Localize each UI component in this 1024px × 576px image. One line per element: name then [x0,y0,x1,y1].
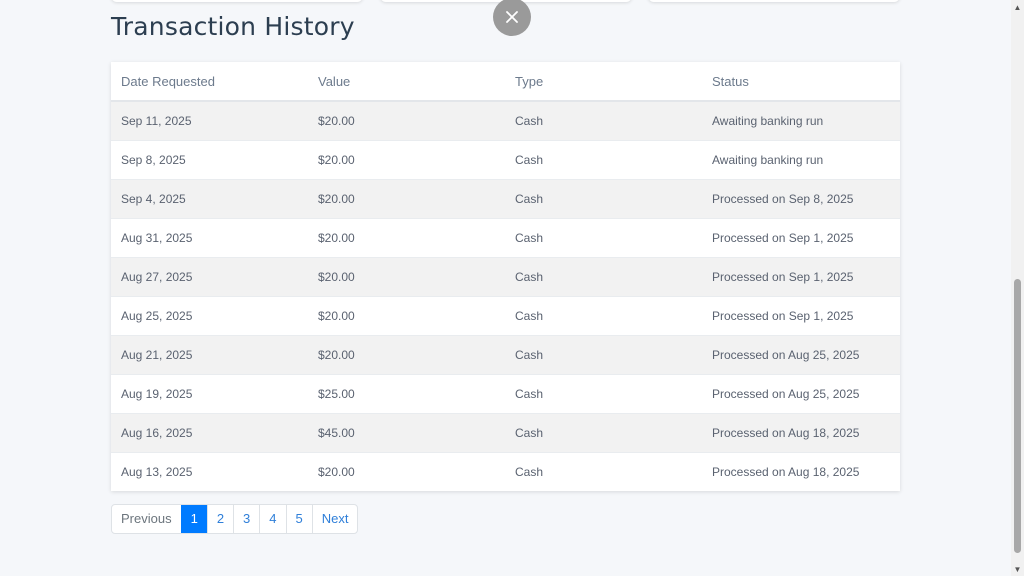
value-cell: $20.00 [308,296,505,336]
type-cell: Cash [505,296,702,336]
status-cell: Awaiting banking run [702,100,900,141]
type-cell: Cash [505,374,702,414]
table-row: Sep 8, 2025 $20.00 Cash Awaiting banking… [111,140,900,180]
status-cell: Processed on Aug 25, 2025 [702,335,900,375]
pagination: Previous 1 2 3 4 5 Next [111,504,359,534]
value-cell: $20.00 [308,218,505,258]
pagination-page-4[interactable]: 4 [259,505,285,533]
type-cell: Cash [505,257,702,297]
pagination-previous-button[interactable]: Previous [112,505,181,533]
status-cell: Awaiting banking run [702,140,900,180]
type-cell: Cash [505,218,702,258]
close-icon [506,11,518,23]
type-cell: Cash [505,100,702,141]
table-row: Aug 31, 2025 $20.00 Cash Processed on Se… [111,218,900,258]
date-cell: Aug 27, 2025 [111,257,308,297]
status-cell: Processed on Sep 1, 2025 [702,257,900,297]
value-cell: $20.00 [308,100,505,141]
pagination-page-1[interactable]: 1 [180,505,207,533]
summary-card [111,0,363,2]
table-row: Aug 16, 2025 $45.00 Cash Processed on Au… [111,413,900,453]
status-cell: Processed on Sep 8, 2025 [702,179,900,219]
table-row: Aug 25, 2025 $20.00 Cash Processed on Se… [111,296,900,336]
table-header: Date Requested Value Type Status [111,62,900,102]
value-cell: $20.00 [308,140,505,180]
table-row: Aug 21, 2025 $20.00 Cash Processed on Au… [111,335,900,375]
type-cell: Cash [505,140,702,180]
value-cell: $20.00 [308,452,505,491]
page: Transaction History Date Requested Value… [0,0,1024,576]
table-row: Aug 13, 2025 $20.00 Cash Processed on Au… [111,452,900,491]
scroll-down-arrow-icon[interactable]: ▼ [1011,562,1024,576]
value-cell: $20.00 [308,257,505,297]
status-cell: Processed on Sep 1, 2025 [702,218,900,258]
column-header-status: Status [702,62,900,102]
column-header-type: Type [505,62,702,102]
table-row: Sep 4, 2025 $20.00 Cash Processed on Sep… [111,179,900,219]
table-row: Sep 11, 2025 $20.00 Cash Awaiting bankin… [111,100,900,141]
scroll-up-arrow-icon[interactable]: ▲ [1011,0,1024,14]
column-header-value: Value [308,62,505,102]
date-cell: Aug 16, 2025 [111,413,308,453]
date-cell: Aug 25, 2025 [111,296,308,336]
value-cell: $20.00 [308,335,505,375]
close-button[interactable] [493,0,531,36]
table-body: Sep 11, 2025 $20.00 Cash Awaiting bankin… [111,100,900,491]
date-cell: Aug 21, 2025 [111,335,308,375]
date-cell: Aug 13, 2025 [111,452,308,491]
pagination-page-5[interactable]: 5 [285,505,312,533]
summary-card [648,0,900,2]
date-cell: Sep 4, 2025 [111,179,308,219]
scrollbar-thumb[interactable] [1014,279,1021,553]
status-cell: Processed on Aug 18, 2025 [702,452,900,491]
pagination-page-3[interactable]: 3 [233,505,259,533]
table-row: Aug 27, 2025 $20.00 Cash Processed on Se… [111,257,900,297]
pagination-page-2[interactable]: 2 [206,505,233,533]
type-cell: Cash [505,335,702,375]
type-cell: Cash [505,452,702,491]
value-cell: $45.00 [308,413,505,453]
vertical-scrollbar[interactable]: ▲ ▼ [1011,0,1024,576]
table-row: Aug 19, 2025 $25.00 Cash Processed on Au… [111,374,900,414]
date-cell: Aug 31, 2025 [111,218,308,258]
date-cell: Sep 11, 2025 [111,100,308,141]
status-cell: Processed on Sep 1, 2025 [702,296,900,336]
value-cell: $25.00 [308,374,505,414]
date-cell: Sep 8, 2025 [111,140,308,180]
type-cell: Cash [505,413,702,453]
status-cell: Processed on Aug 25, 2025 [702,374,900,414]
type-cell: Cash [505,179,702,219]
page-title: Transaction History [111,12,355,41]
status-cell: Processed on Aug 18, 2025 [702,413,900,453]
value-cell: $20.00 [308,179,505,219]
column-header-date: Date Requested [111,62,308,102]
transaction-table: Date Requested Value Type Status Sep 11,… [111,62,900,491]
date-cell: Aug 19, 2025 [111,374,308,414]
pagination-next-button[interactable]: Next [311,505,358,533]
